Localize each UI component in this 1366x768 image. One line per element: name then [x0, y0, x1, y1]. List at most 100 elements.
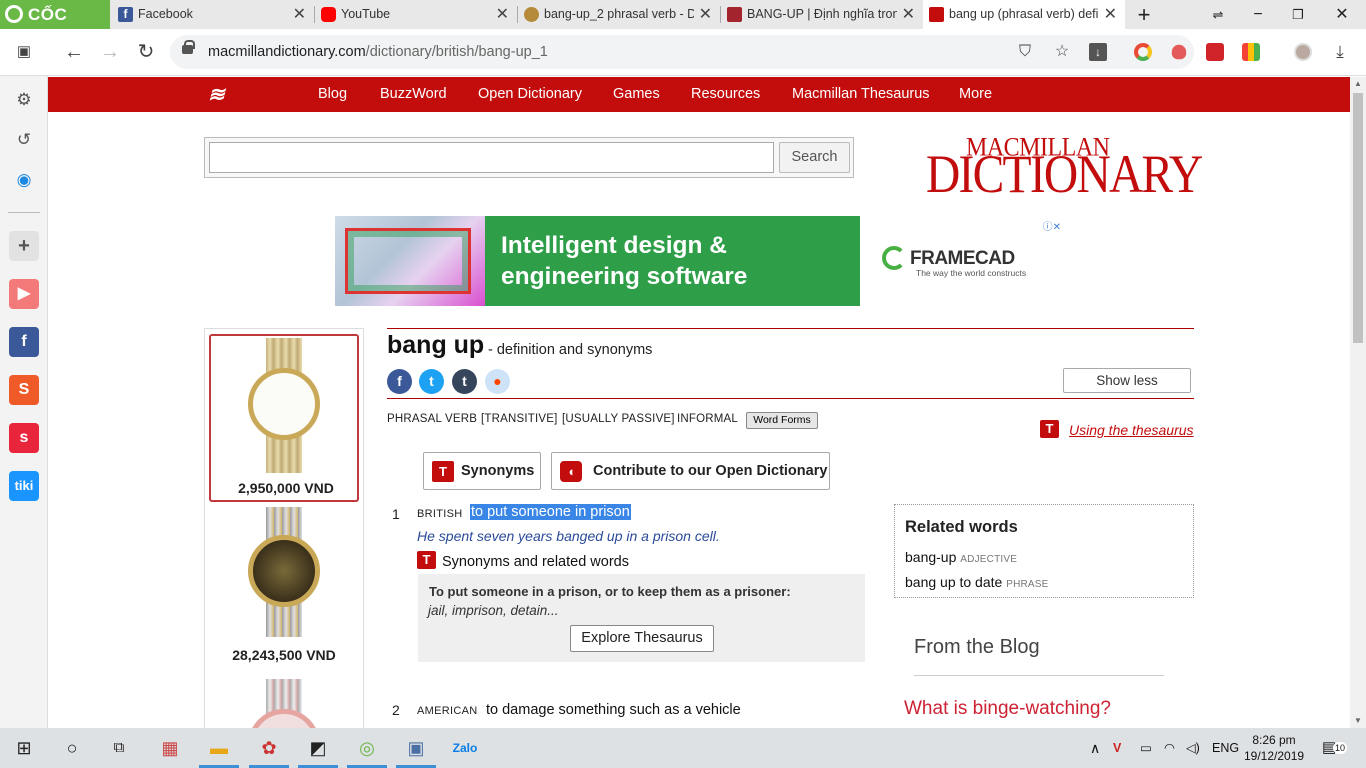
history-icon[interactable]: ↺ [12, 128, 36, 152]
tumblr-share-icon[interactable]: t [452, 369, 477, 394]
blog-divider [914, 675, 1164, 676]
tab-close-icon[interactable]: ✕ [293, 0, 306, 29]
web-page: ≋ Blog BuzzWord Open Dictionary Games Re… [48, 77, 1350, 728]
tab-youtube[interactable]: YouTube ✕ [315, 0, 517, 29]
zalo-icon[interactable]: Zalo [451, 734, 479, 762]
tab-macmillan-active[interactable]: bang up (phrasal verb) defi ✕ [923, 0, 1125, 29]
sidebar-toggle-icon[interactable]: ▣ [11, 39, 37, 65]
sticky-notes-icon[interactable]: ◩ [304, 734, 332, 762]
tab-search-icon[interactable]: ⇌ [1198, 0, 1238, 29]
back-icon[interactable]: ← [61, 39, 87, 65]
search-input[interactable] [209, 142, 774, 173]
logo-dictionary[interactable]: DICTIONARY [926, 143, 1203, 205]
twitter-share-icon[interactable]: t [419, 369, 444, 394]
related-word-item[interactable]: bang up to date PHRASE [905, 574, 1049, 590]
wifi-icon[interactable]: ◠ [1164, 728, 1175, 768]
forward-icon[interactable]: → [97, 39, 123, 65]
nav-games[interactable]: Games [613, 77, 660, 112]
reload-icon[interactable]: ↻ [133, 39, 159, 65]
bookmark-star-icon[interactable]: ☆ [1053, 43, 1071, 61]
search-button[interactable]: Search [779, 142, 850, 173]
url-text[interactable]: macmillandictionary.com/dictionary/briti… [208, 35, 548, 69]
system-clock[interactable]: 8:26 pm 19/12/2019 [1244, 732, 1304, 764]
shopee-app-icon[interactable]: S [9, 375, 39, 405]
adchoices-icon[interactable]: ⓘ✕ [1035, 218, 1061, 233]
coccoc-taskbar-icon[interactable]: ◎ [353, 734, 381, 762]
product-card[interactable] [209, 679, 359, 728]
related-word[interactable]: bang up to date [905, 574, 1002, 590]
adblock-extension-icon[interactable] [1171, 44, 1187, 60]
contribute-button[interactable]: ◖ Contribute to our Open Dictionary [551, 452, 830, 490]
macmillan-m-logo[interactable]: ≋ [208, 84, 234, 106]
color-extension-icon[interactable] [1242, 43, 1260, 61]
product-card[interactable]: 28,243,500 VND [209, 507, 359, 667]
scrollbar-thumb[interactable] [1353, 93, 1363, 343]
explore-thesaurus-button[interactable]: Explore Thesaurus [570, 625, 714, 652]
volume-icon[interactable]: ◁) [1186, 728, 1200, 768]
related-word[interactable]: bang-up [905, 549, 956, 565]
entry-mid-rule [387, 398, 1194, 399]
nav-open-dictionary[interactable]: Open Dictionary [478, 77, 582, 112]
tab-close-icon[interactable]: ✕ [496, 0, 509, 29]
messenger-icon[interactable]: ◉ [12, 168, 36, 192]
battery-icon[interactable]: ▭ [1140, 728, 1152, 768]
tab-close-icon[interactable]: ✕ [699, 0, 712, 29]
task-view-icon[interactable]: ⧉ [105, 734, 133, 762]
restore-icon[interactable]: ❐ [1278, 0, 1318, 29]
page-scrollbar[interactable]: ▲ ▼ [1350, 77, 1366, 728]
app-pinned-icon[interactable]: ▦ [156, 734, 184, 762]
reddit-share-icon[interactable]: ● [485, 369, 510, 394]
paint-app-icon[interactable]: ✿ [255, 734, 283, 762]
product-card[interactable]: 2,950,000 VND [209, 334, 359, 502]
file-explorer-icon[interactable]: ▬ [205, 734, 233, 762]
tab-close-icon[interactable]: ✕ [902, 0, 915, 29]
cambridge-favicon-icon [727, 7, 742, 22]
shield-icon[interactable]: ⛉ [1016, 43, 1034, 61]
word-forms-button[interactable]: Word Forms [746, 412, 818, 429]
facebook-share-icon[interactable]: f [387, 369, 412, 394]
synonyms-button[interactable]: T Synonyms [423, 452, 541, 490]
settings-gear-icon[interactable]: ⚙ [12, 88, 36, 112]
window-close-icon[interactable]: ✕ [1322, 0, 1362, 29]
nav-buzzword[interactable]: BuzzWord [380, 77, 447, 112]
profile-avatar[interactable] [1294, 43, 1312, 61]
tab-bang-up-2[interactable]: bang-up_2 phrasal verb - D ✕ [518, 0, 720, 29]
tab-close-icon[interactable]: ✕ [1104, 0, 1117, 29]
blog-post-title[interactable]: What is binge-watching? [904, 698, 1111, 720]
nav-blog[interactable]: Blog [318, 77, 347, 112]
windows-start-icon[interactable]: ⊞ [10, 734, 38, 762]
synonyms-related-label[interactable]: Synonyms and related words [442, 554, 629, 570]
sendo-app-icon[interactable]: s [9, 423, 39, 453]
related-word-item[interactable]: bang-up ADJECTIVE [905, 549, 1017, 565]
sense-definition-highlighted[interactable]: to put someone in prison [470, 504, 631, 520]
address-bar[interactable]: macmillandictionary.com/dictionary/briti… [170, 35, 1194, 69]
downloads-icon[interactable]: ⤓ [1327, 39, 1353, 65]
tab-cambridge[interactable]: BANG-UP | Định nghĩa tron ✕ [721, 0, 923, 29]
thesaurus-words[interactable]: jail, imprison, detain... [428, 603, 559, 618]
input-language[interactable]: ENG [1212, 728, 1239, 768]
nav-resources[interactable]: Resources [691, 77, 760, 112]
pinned-app-icon[interactable]: ▣ [402, 734, 430, 762]
search-circle-icon[interactable]: ○ [58, 734, 86, 762]
coccoc-logo[interactable]: CỐC CỐC [0, 0, 110, 53]
vietkey-icon[interactable]: V [1113, 728, 1121, 768]
facebook-app-icon[interactable]: f [9, 327, 39, 357]
minimize-icon[interactable]: − [1238, 0, 1278, 29]
nav-more[interactable]: More [959, 77, 992, 112]
tab-facebook[interactable]: f Facebook ✕ [112, 0, 314, 29]
youtube-app-icon[interactable]: ▶ [9, 279, 39, 309]
coccoc-extension-icon[interactable] [1134, 43, 1152, 61]
scroll-down-icon[interactable]: ▼ [1350, 714, 1366, 728]
tiki-app-icon[interactable]: tiki [9, 471, 39, 501]
tray-chevron-icon[interactable]: ∧ [1090, 728, 1100, 768]
download-video-icon[interactable]: ↓ [1089, 43, 1107, 61]
nav-macmillan-thesaurus[interactable]: Macmillan Thesaurus [792, 77, 930, 112]
banner-ad[interactable]: Intelligent design & engineering software… [335, 216, 1063, 306]
show-less-button[interactable]: Show less [1063, 368, 1191, 393]
new-tab-button[interactable]: + [1124, 0, 1164, 29]
add-app-button[interactable]: + [9, 231, 39, 261]
url-domain: macmillandictionary.com [208, 44, 366, 60]
red-extension-icon[interactable] [1206, 43, 1224, 61]
using-thesaurus-link[interactable]: Using the thesaurus [1069, 422, 1194, 438]
scroll-up-icon[interactable]: ▲ [1350, 77, 1366, 91]
